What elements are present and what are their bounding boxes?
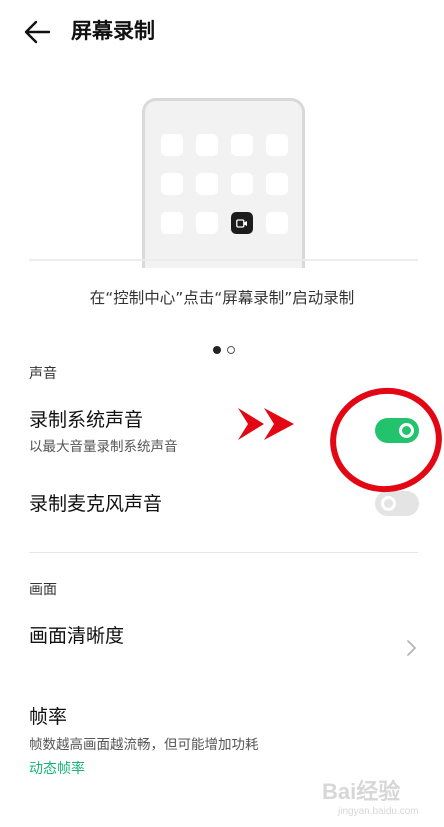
app-tile (161, 212, 183, 234)
toggle-knob (381, 496, 396, 511)
illustration-divider (29, 259, 418, 261)
app-tile (266, 173, 288, 195)
screen-record-tile (231, 212, 253, 234)
annotation-arrows (234, 404, 298, 444)
annotation-circle (321, 379, 444, 501)
watermark-url: jingyan.baidu.com (338, 806, 419, 817)
app-grid (161, 134, 288, 234)
chevron-right-icon[interactable] (404, 638, 418, 658)
app-tile (161, 173, 183, 195)
video-camera-icon (236, 218, 247, 228)
app-tile (161, 134, 183, 156)
frame-rate-title[interactable]: 帧率 (29, 703, 67, 731)
frame-rate-subtitle: 帧数越高画面越流畅，但可能增加功耗 (29, 737, 259, 753)
illustration-caption: 在“控制中心”点击“屏幕录制”启动录制 (89, 289, 355, 307)
section-label-sound: 声音 (29, 366, 57, 382)
baidu-watermark: Bai经验 jingyan.baidu.com (322, 770, 442, 822)
page-title: 屏幕录制 (71, 19, 155, 43)
page-dot-active[interactable] (213, 346, 221, 354)
frame-rate-value[interactable]: 动态帧率 (29, 759, 85, 779)
page-dot[interactable] (227, 346, 235, 354)
app-tile (266, 212, 288, 234)
illustration (0, 96, 444, 268)
section-label-display: 画面 (29, 582, 57, 598)
mic-audio-toggle[interactable] (375, 491, 419, 516)
top-bar: 屏幕录制 (0, 0, 444, 62)
app-tile (231, 173, 253, 195)
resolution-title[interactable]: 画面清晰度 (29, 622, 124, 650)
back-arrow-icon[interactable] (22, 18, 54, 46)
page-indicator (213, 346, 235, 354)
section-divider (29, 552, 418, 553)
phone-illustration (142, 98, 305, 268)
app-tile (196, 134, 218, 156)
system-audio-title: 录制系统声音 (29, 409, 144, 431)
app-tile (231, 134, 253, 156)
app-tile (266, 134, 288, 156)
app-tile (196, 173, 218, 195)
mic-audio-title: 录制麦克风声音 (29, 493, 163, 515)
app-tile (196, 212, 218, 234)
watermark-text: Bai经验 (322, 779, 401, 804)
system-audio-subtitle: 以最大音量录制系统声音 (29, 439, 178, 455)
